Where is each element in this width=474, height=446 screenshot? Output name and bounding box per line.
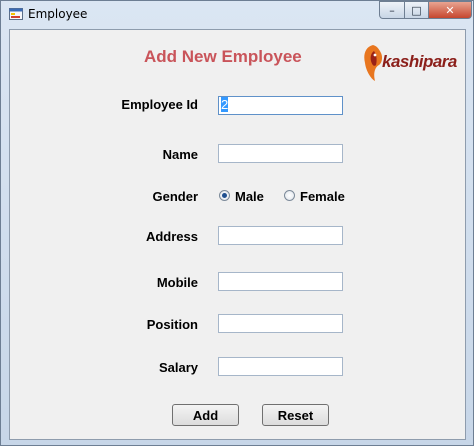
maximize-icon: □ bbox=[411, 3, 422, 17]
window-title: Employee bbox=[28, 7, 88, 21]
gender-male-radio[interactable] bbox=[219, 190, 230, 201]
kashipara-logo: kashipara bbox=[361, 41, 457, 83]
logo-text: kashipara bbox=[382, 52, 457, 71]
gender-female-radio[interactable] bbox=[284, 190, 295, 201]
reset-button[interactable]: Reset bbox=[262, 404, 329, 426]
mobile-label: Mobile bbox=[156, 275, 198, 290]
employee-id-field[interactable]: 2 bbox=[218, 96, 343, 115]
app-window-icon bbox=[9, 8, 23, 20]
close-button[interactable]: ✕ bbox=[428, 1, 472, 19]
app-window: Employee – □ ✕ Add New Employee kashipar… bbox=[0, 0, 474, 446]
add-button[interactable]: Add bbox=[172, 404, 239, 426]
minimize-icon: – bbox=[389, 3, 395, 17]
maximize-button[interactable]: □ bbox=[404, 1, 429, 19]
employee-id-label: Employee Id bbox=[121, 97, 198, 112]
position-field[interactable] bbox=[218, 314, 343, 333]
page-title: Add New Employee bbox=[144, 47, 302, 66]
close-icon: ✕ bbox=[445, 3, 455, 17]
minimize-button[interactable]: – bbox=[379, 1, 405, 19]
title-bar[interactable]: Employee – □ ✕ bbox=[1, 1, 473, 29]
name-field[interactable] bbox=[218, 144, 343, 163]
address-field[interactable] bbox=[218, 226, 343, 245]
position-label: Position bbox=[146, 317, 198, 332]
gender-label: Gender bbox=[152, 189, 198, 204]
salary-field[interactable] bbox=[218, 357, 343, 376]
name-label: Name bbox=[162, 147, 198, 162]
employee-id-value: 2 bbox=[221, 97, 229, 112]
gender-female-label[interactable]: Female bbox=[300, 189, 345, 204]
gender-male-label[interactable]: Male bbox=[235, 189, 264, 204]
salary-label: Salary bbox=[158, 360, 198, 375]
mobile-field[interactable] bbox=[218, 272, 343, 291]
address-label: Address bbox=[145, 229, 198, 244]
form-area: Add New Employee kashipara Employee Id 2… bbox=[9, 29, 466, 440]
radio-selected-dot bbox=[222, 193, 227, 198]
